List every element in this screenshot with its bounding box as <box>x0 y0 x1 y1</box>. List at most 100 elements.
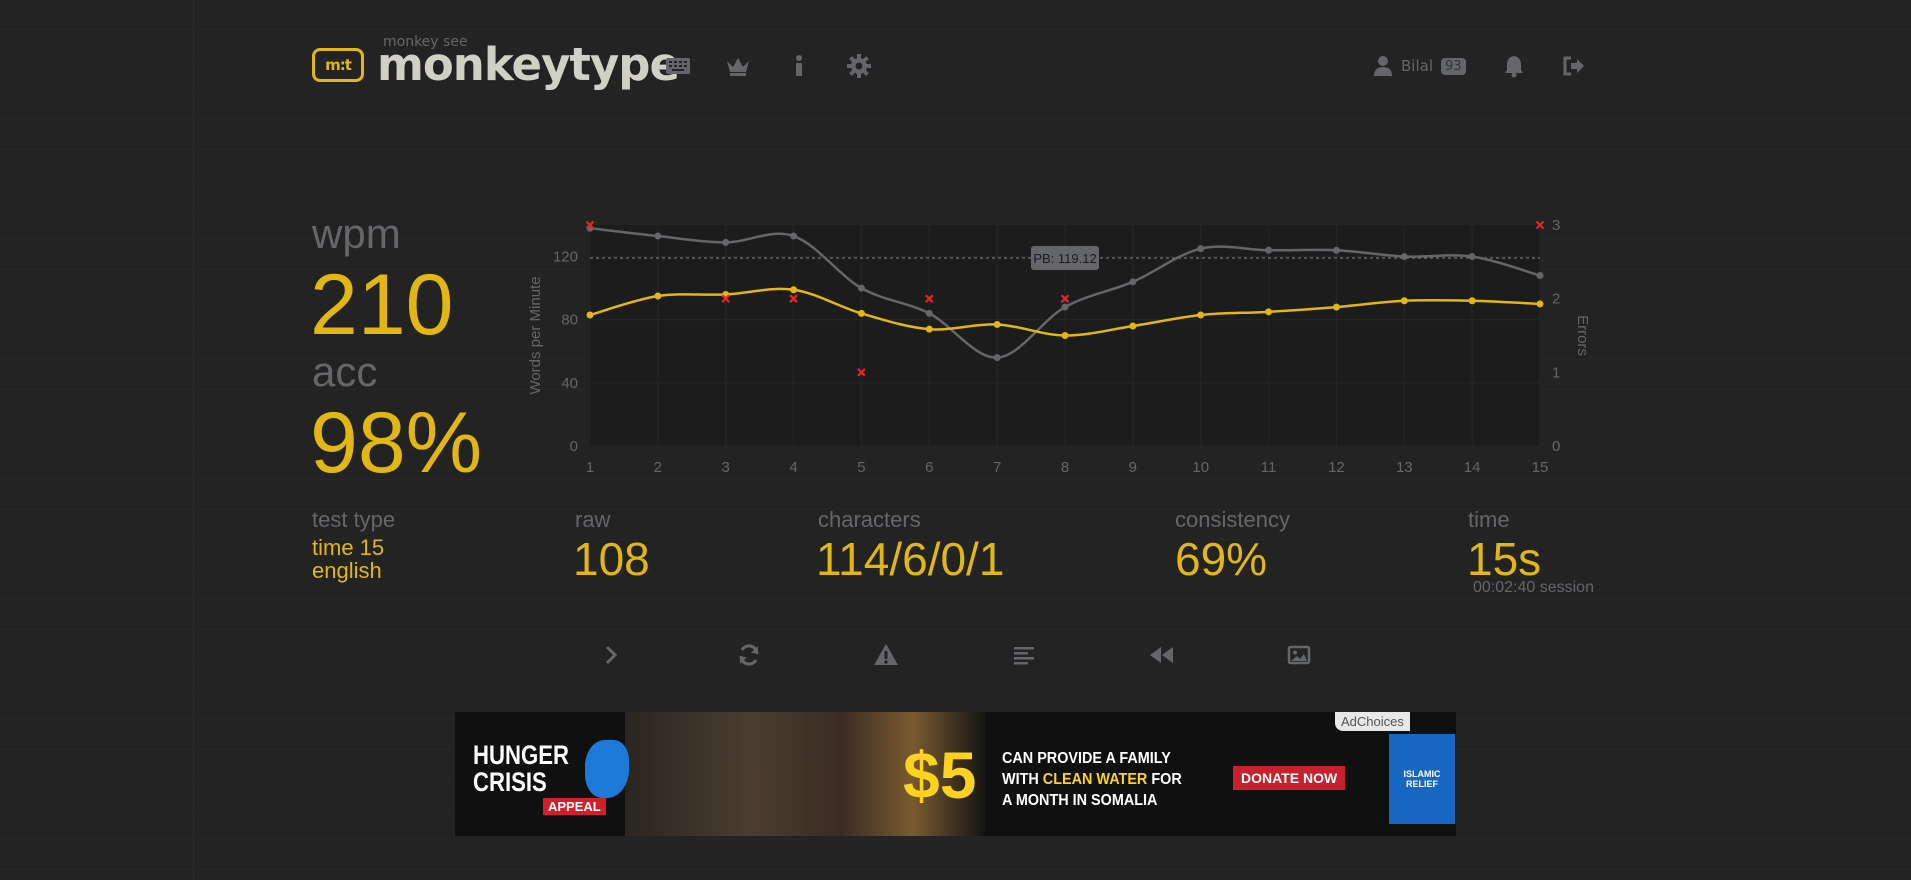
africa-map-icon <box>585 740 629 798</box>
x-tick-label: 2 <box>654 459 662 476</box>
crown-icon[interactable] <box>724 52 752 80</box>
ad-title: HUNGER CRISIS <box>473 742 569 796</box>
wpm-point <box>790 286 798 294</box>
wpm-point <box>586 311 594 319</box>
screenshot-button[interactable] <box>1278 637 1320 673</box>
y2-tick-label: 1 <box>1552 364 1560 381</box>
warning-icon <box>874 644 898 665</box>
raw-point <box>925 309 933 317</box>
x-tick-label: 7 <box>993 459 1001 476</box>
wpm-chart: 0408012001231 2 3 4 5 6 7 8 9 10 11 12 13 14 15Words p… <box>527 217 1591 476</box>
raw-value: 108 <box>573 533 650 585</box>
y2-tick-label: 2 <box>1552 291 1560 308</box>
consistency-value: 69% <box>1175 533 1268 585</box>
y-tick-label: 120 <box>553 249 578 266</box>
ad-title-line2: CRISIS <box>473 767 547 797</box>
raw-point <box>1129 278 1137 286</box>
y-axis-title: Words per Minute <box>527 276 544 394</box>
y2-tick-label: 0 <box>1552 438 1560 455</box>
wpm-point <box>1129 322 1137 330</box>
x-tick-label: 10 <box>1192 459 1209 476</box>
session-time: 00:02:40 session <box>1473 579 1594 596</box>
wpm-point <box>1265 308 1273 316</box>
consistency-label: consistency <box>1175 507 1290 532</box>
x-tick-label: 13 <box>1396 459 1413 476</box>
image-icon <box>1287 645 1311 665</box>
level-badge: 93 <box>1441 57 1466 75</box>
words-history-button[interactable] <box>1003 637 1045 673</box>
ad-message-highlight: CLEAN WATER <box>1042 771 1148 788</box>
x-tick-label: 3 <box>722 459 730 476</box>
wpm-point <box>925 325 933 333</box>
test-type-mode: time 15 <box>312 535 385 560</box>
restart-button[interactable] <box>728 637 770 673</box>
align-left-icon <box>1014 647 1034 665</box>
characters-label: characters <box>818 507 921 532</box>
y-tick-label: 0 <box>570 438 578 455</box>
wpm-value: 210 <box>310 257 454 353</box>
x-tick-label: 1 <box>586 459 594 476</box>
x-tick-label: 12 <box>1328 459 1345 476</box>
raw-point <box>1061 303 1069 311</box>
y-tick-label: 80 <box>561 312 578 329</box>
x-tick-label: 9 <box>1129 459 1137 476</box>
raw-point <box>722 238 730 246</box>
sign-out-icon[interactable] <box>1560 52 1588 80</box>
donate-now-button[interactable]: DONATE NOW <box>1233 766 1346 790</box>
islamic-relief-logo: ISLAMIC RELIEF <box>1389 734 1455 824</box>
x-tick-label: 14 <box>1464 459 1481 476</box>
ad-message-line2-a: WITH <box>1002 771 1043 788</box>
raw-label: raw <box>575 507 611 532</box>
monkeytype-logo-icon[interactable]: m:t <box>312 48 364 82</box>
gear-icon[interactable] <box>845 52 873 80</box>
account-button[interactable]: Bilal 93 <box>1373 52 1466 80</box>
bell-icon[interactable] <box>1500 52 1528 80</box>
raw-point <box>790 232 798 240</box>
raw-point <box>857 284 865 292</box>
practice-words-button[interactable] <box>865 637 907 673</box>
ad-message: CAN PROVIDE A FAMILY WITH CLEAN WATER FO… <box>1002 748 1182 811</box>
ad-price: $5 <box>903 738 977 812</box>
raw-point <box>1265 246 1273 254</box>
chevron-right-icon <box>605 645 618 665</box>
test-type-label: test type <box>312 507 396 532</box>
raw-point <box>1332 246 1340 254</box>
wpm-point <box>1197 311 1205 319</box>
adchoices-button[interactable]: AdChoices <box>1335 712 1410 731</box>
acc-value: 98% <box>310 395 483 491</box>
y2-tick-label: 3 <box>1552 217 1560 234</box>
advertisement-banner[interactable]: HUNGER CRISIS APPEAL $5 CAN PROVIDE A FA… <box>455 712 1456 836</box>
replay-button[interactable] <box>1140 637 1182 673</box>
ad-title-line1: HUNGER <box>473 740 569 770</box>
wpm-point <box>654 292 662 300</box>
x-tick-label: 5 <box>857 459 865 476</box>
ad-message-line1: CAN PROVIDE A FAMILY <box>1002 750 1171 767</box>
wpm-point <box>993 320 1001 328</box>
keyboard-icon[interactable] <box>664 52 692 80</box>
test-type-language: english <box>312 558 382 583</box>
raw-point <box>654 232 662 240</box>
x-tick-label: 8 <box>1061 459 1069 476</box>
ad-message-line2-c: FOR <box>1147 771 1182 788</box>
backward-icon <box>1150 647 1173 663</box>
x-tick-label: 4 <box>789 459 797 476</box>
ad-appeal-tag: APPEAL <box>543 798 606 815</box>
wpm-point <box>857 309 865 317</box>
y2-axis-title: Errors <box>1574 315 1591 356</box>
info-icon[interactable] <box>785 52 813 80</box>
y-tick-label: 40 <box>561 375 578 392</box>
wpm-point <box>1061 332 1069 339</box>
x-tick-label: 11 <box>1261 459 1277 476</box>
wpm-label: wpm <box>312 210 401 257</box>
time-value: 15s <box>1467 533 1542 585</box>
raw-point <box>1536 272 1544 280</box>
raw-point <box>993 354 1001 362</box>
wpm-point <box>1468 297 1476 305</box>
ad-message-line3: A MONTH IN SOMALIA <box>1002 792 1158 809</box>
logo-text[interactable]: monkeytype <box>377 38 680 91</box>
wpm-point <box>1536 300 1544 308</box>
time-label: time <box>1468 507 1510 532</box>
left-guide-line <box>193 0 194 880</box>
wpm-point <box>1332 303 1340 311</box>
next-test-button[interactable] <box>590 637 632 673</box>
